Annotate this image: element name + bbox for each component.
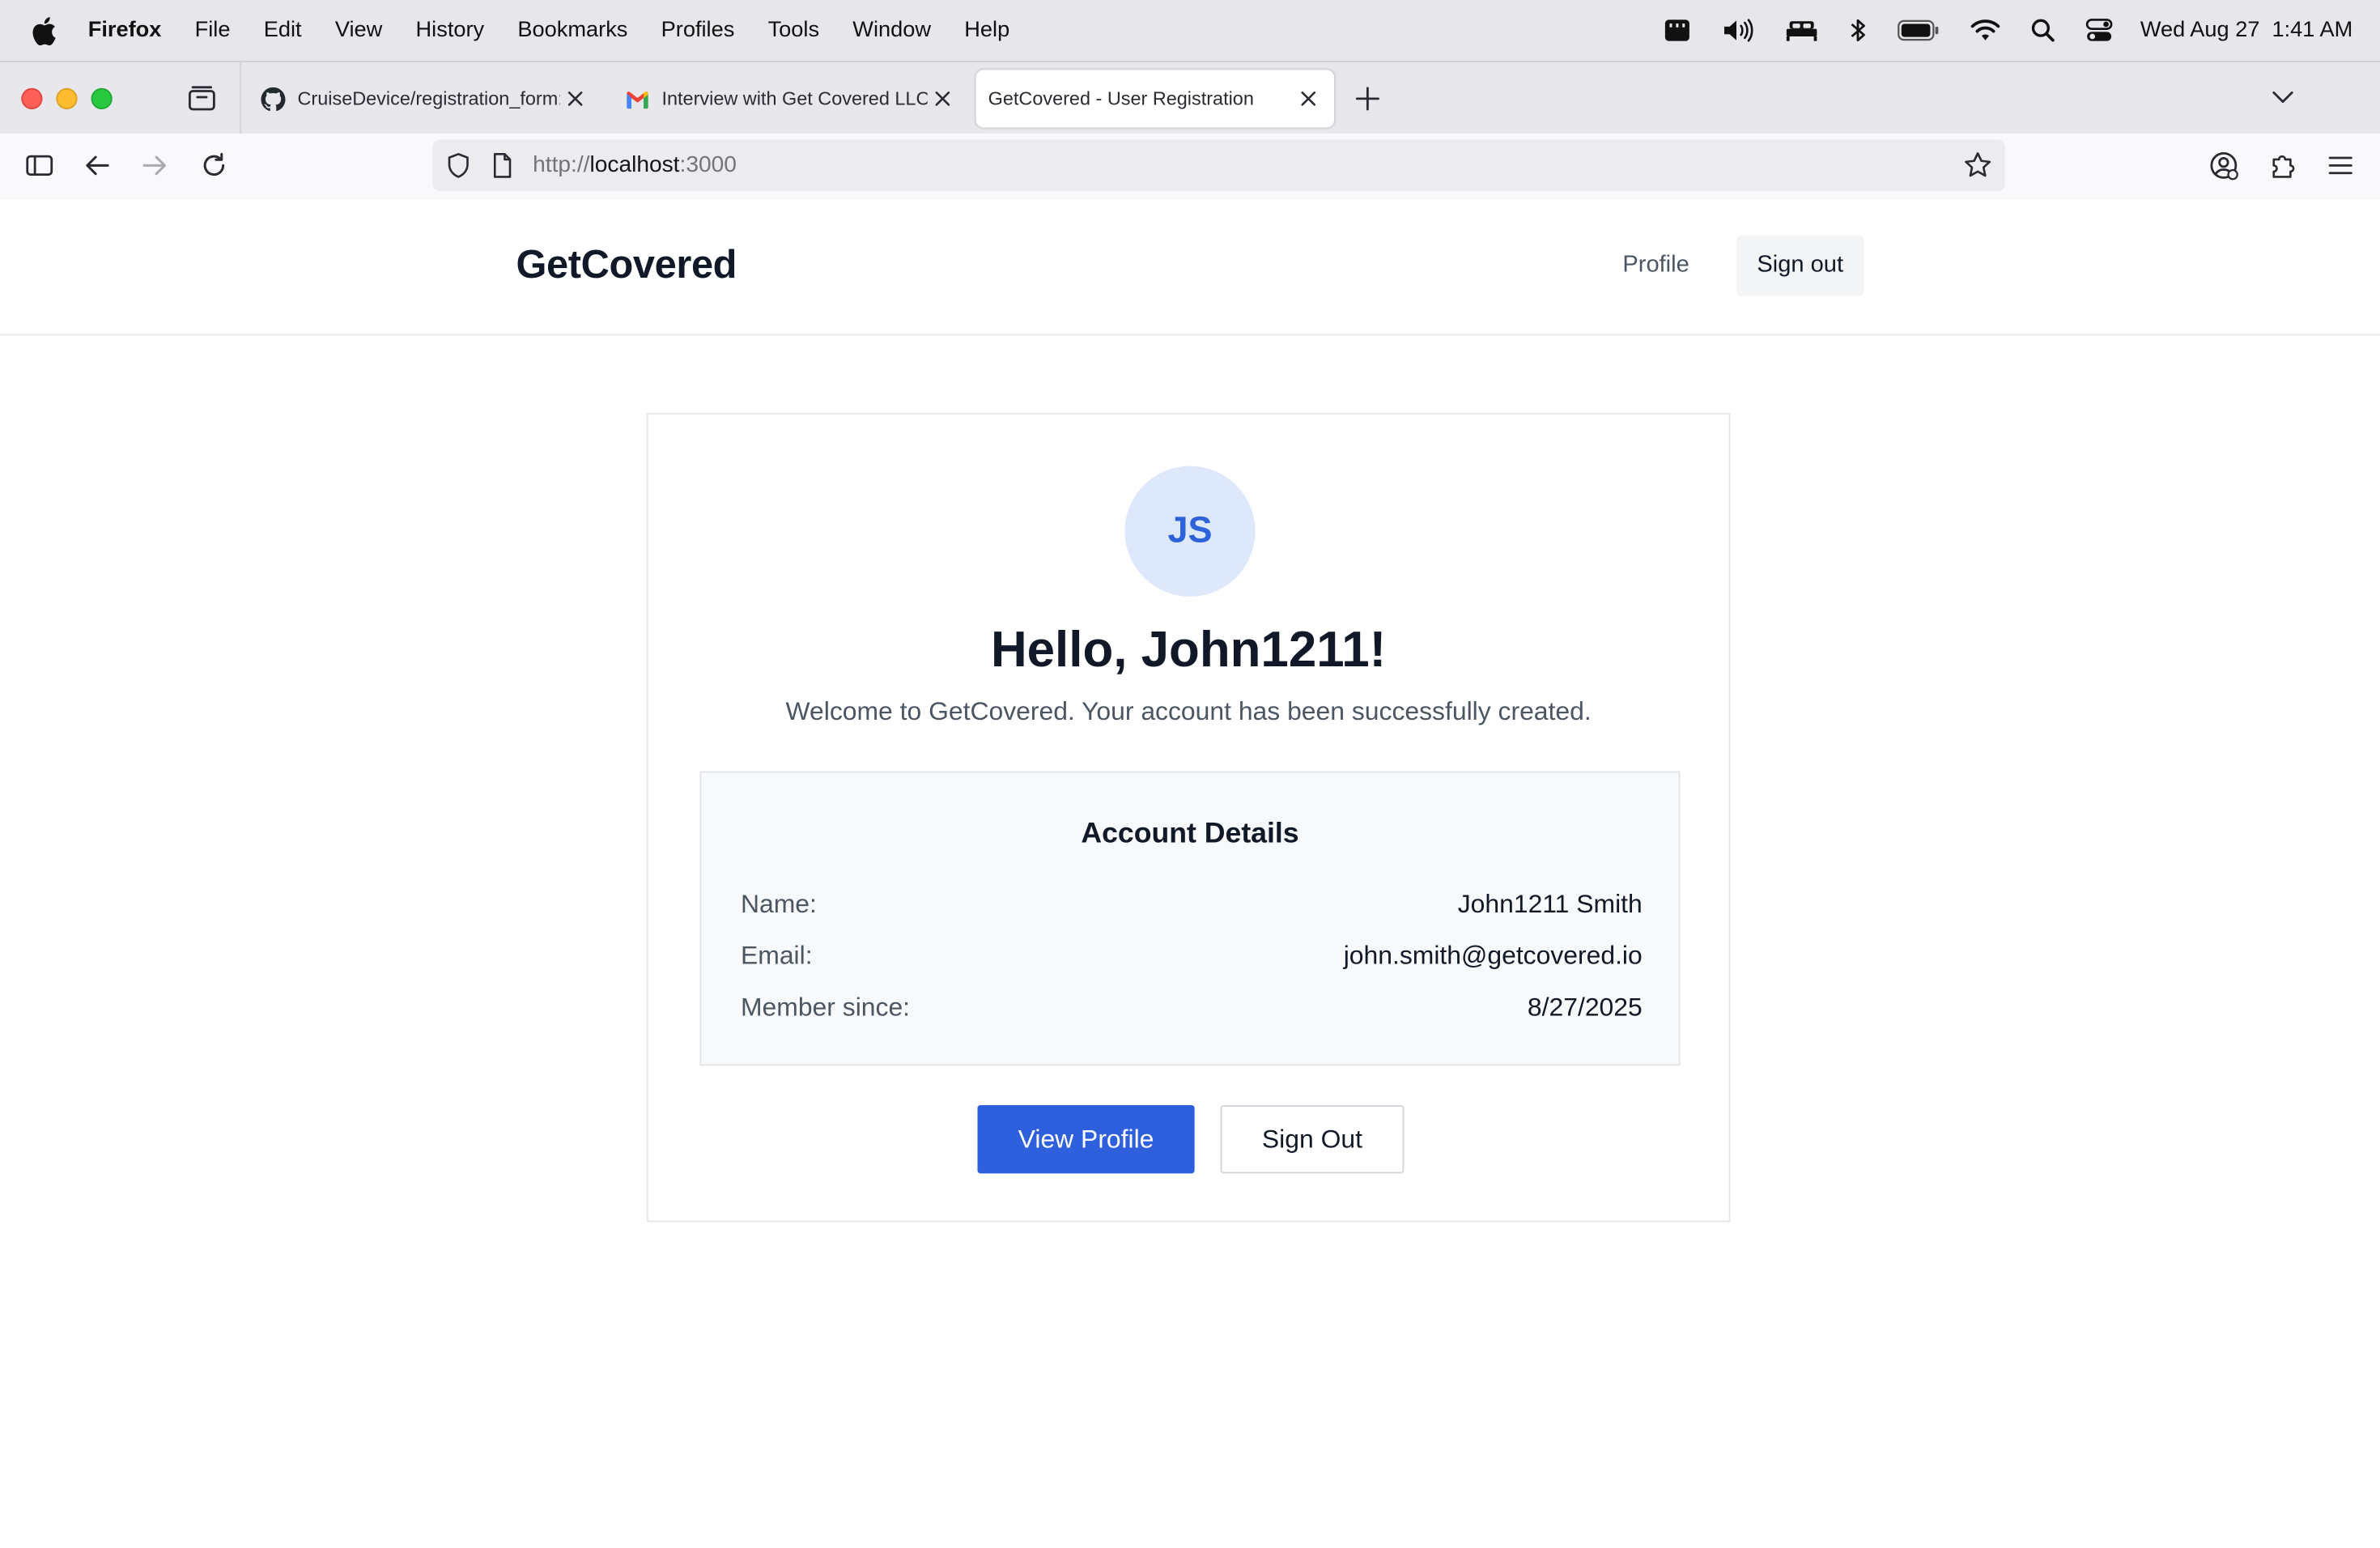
wifi-icon[interactable] [1970,19,2001,43]
tab-close-icon[interactable] [928,83,958,114]
tab-strip-separator [240,62,242,135]
bluetooth-icon[interactable] [1849,17,1868,45]
app-menu-hamburger-icon[interactable] [2326,151,2357,181]
window-minimize-button[interactable] [56,87,78,109]
tracking-protection-shield-icon[interactable] [444,152,472,187]
tab-gmail-interview[interactable]: Interview with Get Covered LLC [607,70,968,127]
avatar: JS [1124,466,1256,597]
account-icon[interactable] [2208,151,2239,181]
battery-icon[interactable] [1898,19,1940,41]
menu-history[interactable]: History [399,0,501,61]
view-profile-button[interactable]: View Profile [977,1105,1195,1174]
site-header: GetCovered Profile Sign out [0,199,2380,336]
extensions-puzzle-icon[interactable] [2267,151,2298,181]
welcome-message: Welcome to GetCovered. Your account has … [785,696,1592,726]
browser-tab-strip: CruiseDevice/registration_form: Intervie… [0,61,2380,135]
bed-icon[interactable] [1785,19,1818,43]
menu-help[interactable]: Help [948,0,1026,61]
detail-row-name: Name: John1211 Smith [741,890,1643,926]
menu-bar-status-area: Wed Aug 27 1:41 AM [1634,0,2380,61]
url-host: localhost [589,151,680,178]
browser-nav-toolbar: http://localhost:3000 [0,134,2380,201]
sign-out-button[interactable]: Sign Out [1220,1105,1405,1174]
menu-bar-clock[interactable]: Wed Aug 27 1:41 AM [2140,19,2352,43]
window-close-button[interactable] [21,87,43,109]
detail-row-member-since: Member since: 8/27/2025 [741,993,1643,1029]
tab-title: CruiseDevice/registration_form: [297,87,560,109]
detail-label: Email: [741,941,813,971]
welcome-card: JS Hello, John1211! Welcome to GetCovere… [646,413,1731,1223]
menu-tools[interactable]: Tools [751,0,836,61]
control-center-icon[interactable] [2085,19,2113,43]
url-scheme: http:// [533,151,590,178]
menu-bookmarks[interactable]: Bookmarks [501,0,644,61]
volume-icon[interactable] [1721,19,1754,43]
web-page: GetCovered Profile Sign out JS Hello, Jo… [0,198,2380,1548]
spotlight-search-icon[interactable] [2031,19,2055,43]
window-controls [21,87,125,109]
nav-profile-link[interactable]: Profile [1601,236,1711,296]
page-info-icon[interactable] [491,152,515,187]
tab-github-registration-form[interactable]: CruiseDevice/registration_form: [243,70,601,127]
detail-label: Name: [741,889,817,919]
apple-icon[interactable] [0,16,88,45]
media-icon[interactable] [1664,19,1691,43]
sidebar-toggle-icon[interactable] [24,151,55,181]
menu-profiles[interactable]: Profiles [644,0,751,61]
menu-window[interactable]: Window [836,0,948,61]
menu-view[interactable]: View [318,0,399,61]
detail-value: john.smith@getcovered.io [1343,941,1643,971]
github-icon [261,86,286,111]
detail-value: 8/27/2025 [1527,993,1643,1022]
menu-file[interactable]: File [178,0,247,61]
window-zoom-button[interactable] [91,87,113,109]
clock-time: 1:41 AM [2272,18,2353,43]
reload-icon[interactable] [199,151,230,181]
tab-title: Interview with Get Covered LLC [661,87,928,109]
tab-title: GetCovered - User Registration [988,87,1254,109]
url-bar[interactable]: http://localhost:3000 [432,139,2005,192]
account-details-title: Account Details [1081,818,1299,850]
site-logo[interactable]: GetCovered [516,241,737,288]
firefox-view-icon[interactable] [185,82,219,120]
gmail-icon [626,87,650,111]
list-all-tabs-chevron-icon[interactable] [2271,87,2295,114]
tab-getcovered-registration[interactable]: GetCovered - User Registration [975,70,1335,128]
forward-arrow-icon[interactable] [140,151,171,181]
nav-sign-out-button[interactable]: Sign out [1736,235,1864,296]
detail-row-email: Email: john.smith@getcovered.io [741,942,1643,978]
detail-label: Member since: [741,993,911,1022]
back-arrow-icon[interactable] [82,151,113,181]
url-text[interactable]: http://localhost:3000 [533,140,737,192]
new-tab-plus-icon[interactable] [1354,85,1382,120]
menu-app-firefox[interactable]: Firefox [88,0,178,61]
greeting-heading: Hello, John1211! [990,620,1387,678]
tab-close-icon[interactable] [560,83,591,114]
bookmark-star-icon[interactable] [1962,151,1993,189]
clock-date: Wed Aug 27 [2140,18,2260,43]
menu-edit[interactable]: Edit [247,0,318,61]
macos-menu-bar: Firefox File Edit View History Bookmarks… [0,0,2380,61]
url-port: :3000 [679,151,737,178]
tab-close-icon[interactable] [1294,83,1324,114]
detail-value: John1211 Smith [1457,889,1643,919]
account-details-panel: Account Details Name: John1211 Smith Ema… [699,771,1681,1066]
